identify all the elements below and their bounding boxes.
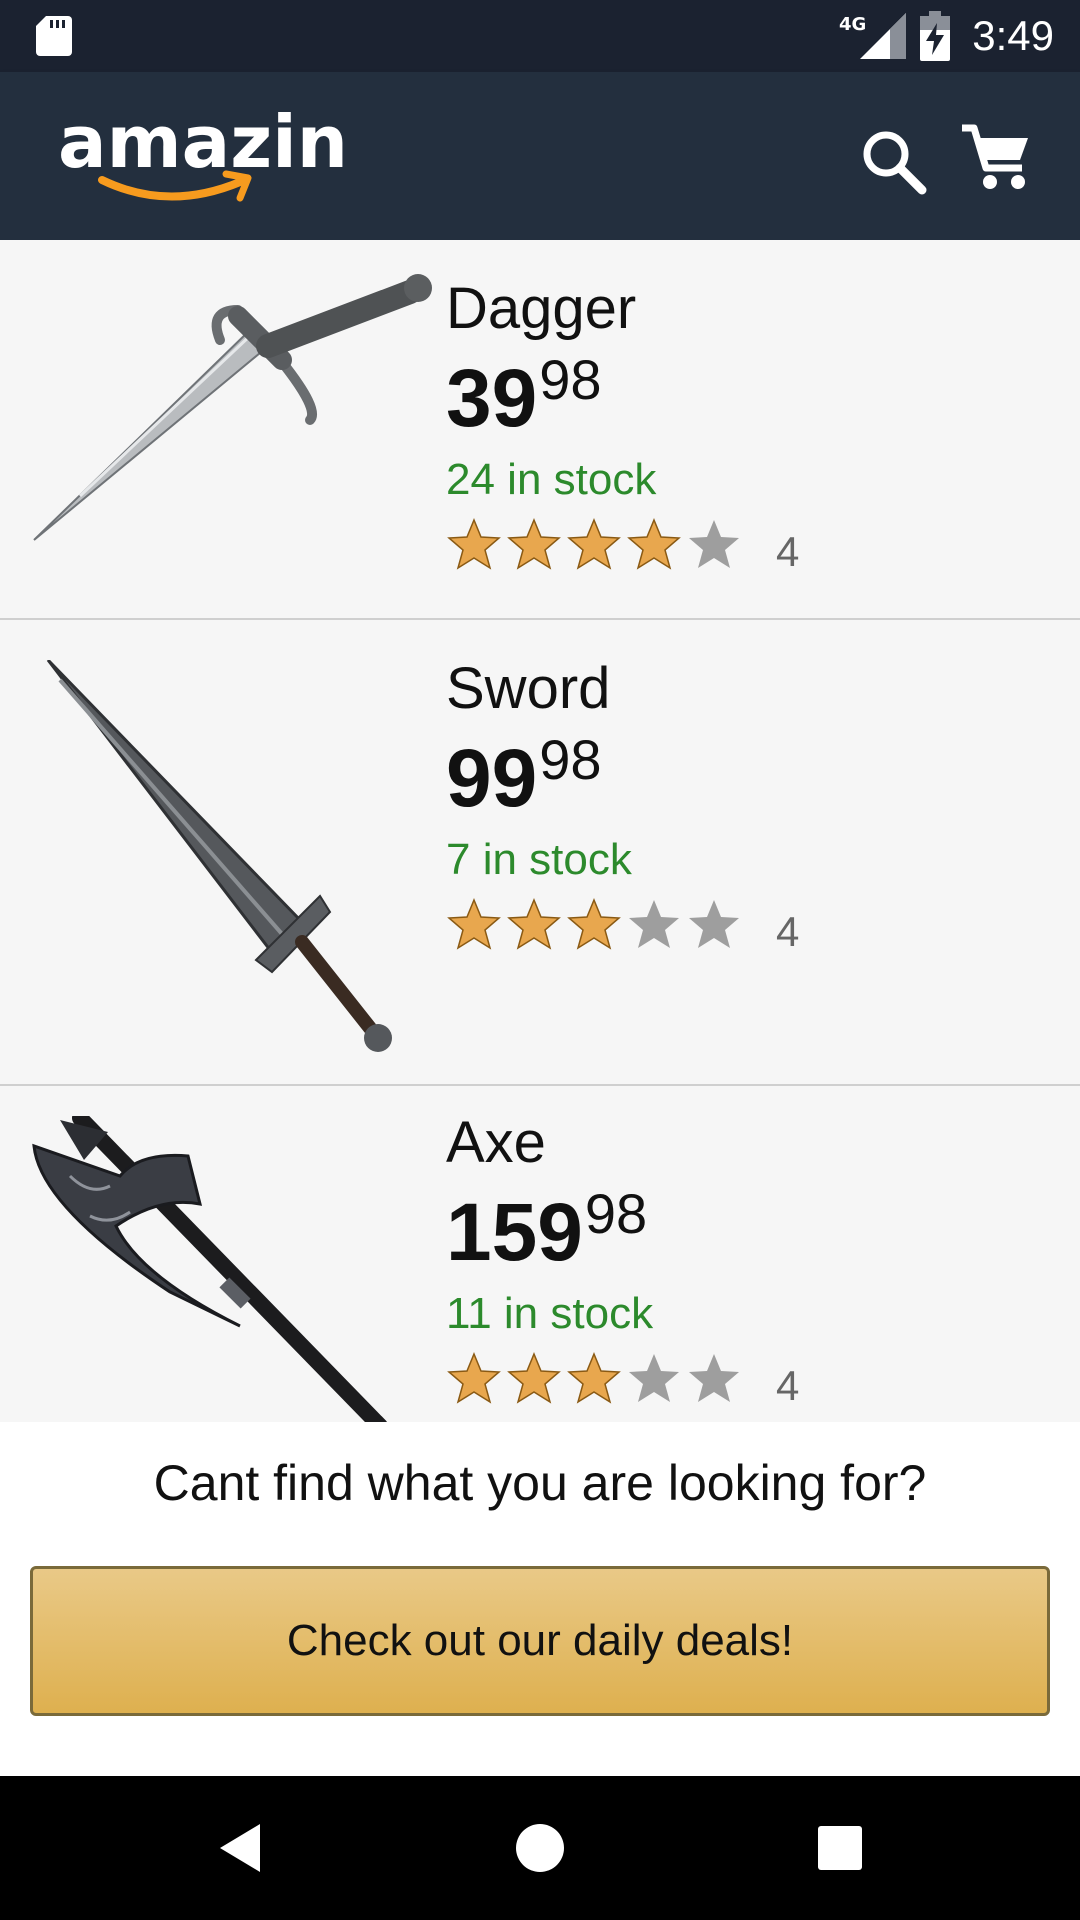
price-whole: 159 <box>446 1187 583 1278</box>
rating-count: 4 <box>776 908 800 955</box>
status-bar: 4G 3:49 <box>0 0 1080 72</box>
product-row-dagger[interactable]: Dagger 39 98 24 in stock 4 <box>0 240 1080 620</box>
product-info: Axe 159 98 11 in stock 4 <box>446 1114 799 1410</box>
price-fraction: 98 <box>539 728 602 791</box>
sd-card-icon <box>36 16 72 56</box>
star-rating: 4 <box>446 514 799 576</box>
star-filled-icon <box>627 518 681 570</box>
amazin-logo[interactable]: amazin <box>58 100 348 210</box>
deals-footer: Cant find what you are looking for? Chec… <box>0 1422 1080 1776</box>
product-name[interactable]: Axe <box>446 1114 799 1172</box>
price-whole: 39 <box>446 353 538 444</box>
cart-icon[interactable] <box>960 122 1032 194</box>
star-filled-icon <box>447 898 501 950</box>
star-filled-icon <box>507 1352 561 1404</box>
product-price: 39 98 <box>446 352 799 444</box>
star-filled-icon <box>567 518 621 570</box>
stock-status: 11 in stock <box>446 1289 654 1338</box>
dagger-image <box>33 274 432 541</box>
axe-image <box>32 1116 387 1422</box>
price-whole: 99 <box>446 733 538 824</box>
navigation-bar <box>0 1776 1080 1920</box>
sword-image <box>46 660 392 1052</box>
footer-question: Cant find what you are looking for? <box>153 1455 927 1511</box>
star-filled-icon <box>447 1352 501 1404</box>
star-empty-icon <box>629 900 679 948</box>
product-price: 159 98 <box>446 1186 799 1278</box>
star-filled-icon <box>567 1352 621 1404</box>
star-filled-icon <box>447 518 501 570</box>
star-empty-icon <box>629 1354 679 1402</box>
daily-deals-button[interactable]: Check out our daily deals! <box>30 1566 1050 1716</box>
star-empty-icon <box>689 520 739 568</box>
logo-smile-icon <box>98 170 252 202</box>
rating-count: 4 <box>776 528 800 575</box>
price-fraction: 98 <box>584 1182 648 1245</box>
product-row-sword[interactable]: Sword 99 98 7 in stock 4 <box>0 620 1080 1086</box>
home-icon[interactable] <box>512 1820 568 1876</box>
signal-icon <box>860 13 907 59</box>
star-filled-icon <box>507 898 561 950</box>
rating-count: 4 <box>776 1362 800 1409</box>
network-type-label: 4G <box>838 13 867 35</box>
product-name[interactable]: Sword <box>446 660 799 718</box>
star-rating: 4 <box>446 894 799 956</box>
stock-status: 24 in stock <box>446 455 657 504</box>
star-rating: 4 <box>446 1348 799 1410</box>
star-filled-icon <box>507 518 561 570</box>
status-clock: 3:49 <box>972 12 1054 59</box>
stock-status: 7 in stock <box>446 835 632 884</box>
price-fraction: 98 <box>539 348 602 411</box>
product-name[interactable]: Dagger <box>446 280 799 338</box>
product-price: 99 98 <box>446 732 799 824</box>
product-list[interactable]: Dagger 39 98 24 in stock 4 Sword 99 98 7… <box>0 240 1080 1422</box>
star-filled-icon <box>567 898 621 950</box>
star-empty-icon <box>689 900 739 948</box>
star-empty-icon <box>689 1354 739 1402</box>
back-icon[interactable] <box>212 1820 268 1876</box>
product-row-axe[interactable]: Axe 159 98 11 in stock 4 <box>0 1086 1080 1422</box>
product-info: Dagger 39 98 24 in stock 4 <box>446 280 799 576</box>
search-icon[interactable] <box>858 126 928 196</box>
recent-apps-icon[interactable] <box>812 1820 868 1876</box>
battery-charging-icon <box>920 11 951 61</box>
product-info: Sword 99 98 7 in stock 4 <box>446 660 799 956</box>
app-bar: amazin <box>0 72 1080 240</box>
